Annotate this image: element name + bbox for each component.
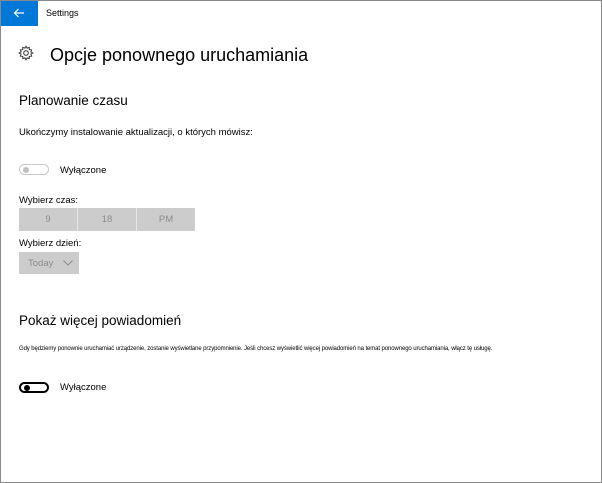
time-picker[interactable]: 9 18 PM xyxy=(19,208,195,231)
notifications-toggle[interactable] xyxy=(19,382,49,393)
settings-window: Settings Opcje ponownego uruchamiania Pl… xyxy=(0,0,602,483)
schedule-heading: Planowanie czasu xyxy=(19,93,128,108)
app-title: Settings xyxy=(46,8,79,18)
day-select-value: Today xyxy=(28,257,54,269)
notifications-description: Gdy będziemy ponownie uruchamiać urządze… xyxy=(19,346,493,352)
day-select[interactable]: Today xyxy=(19,252,79,274)
page-title: Opcje ponownego uruchamiania xyxy=(50,45,309,65)
day-label: Wybierz dzień: xyxy=(19,238,82,249)
schedule-description: Ukończymy instalowanie aktualizacji, o k… xyxy=(19,127,253,138)
schedule-toggle-label: Wyłączone xyxy=(60,165,107,176)
toggle-knob xyxy=(23,166,29,173)
arrow-left-icon xyxy=(13,8,24,18)
title-bar: Settings xyxy=(1,1,601,26)
time-period[interactable]: PM xyxy=(136,208,195,231)
gear-icon xyxy=(18,45,34,61)
chevron-down-icon xyxy=(63,260,73,266)
time-hour[interactable]: 9 xyxy=(19,208,77,231)
schedule-toggle[interactable] xyxy=(19,164,49,175)
notifications-heading: Pokaż więcej powiadomień xyxy=(19,313,182,328)
toggle-knob xyxy=(24,384,30,391)
time-minute[interactable]: 18 xyxy=(77,208,136,231)
time-label: Wybierz czas: xyxy=(19,195,79,206)
notifications-toggle-label: Wyłączone xyxy=(60,382,107,393)
back-button[interactable] xyxy=(1,1,38,26)
